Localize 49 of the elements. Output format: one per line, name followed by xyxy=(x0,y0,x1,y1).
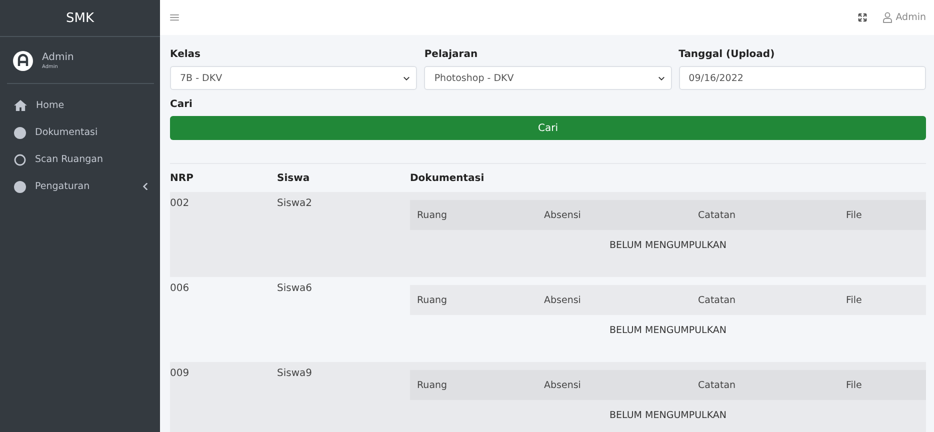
table-cell-text: 009 xyxy=(170,368,190,381)
column-header: File xyxy=(846,380,862,390)
table-cell-text: 002 xyxy=(170,198,190,211)
user-menu[interactable]: Admin xyxy=(882,12,926,23)
sidebar-item[interactable]: Dokumentasi xyxy=(0,119,160,146)
select-field[interactable]: 7B - DKV xyxy=(170,66,418,90)
table-cell-text: Siswa9 xyxy=(277,368,314,381)
column-header: Absensi xyxy=(544,294,582,306)
avatar-icon xyxy=(13,51,33,71)
field-label: Cari xyxy=(170,99,194,110)
user-name: Admin xyxy=(42,52,74,63)
table-cell-text: Siswa2 xyxy=(277,198,314,211)
column-header: Ruang xyxy=(417,294,448,306)
caret-icon xyxy=(658,76,665,80)
table-cell-text: 006 xyxy=(170,283,190,296)
sidebar-item[interactable]: Pengaturan xyxy=(0,173,160,200)
table-cell-text: Siswa6 xyxy=(277,283,314,296)
field-label: Pelajaran xyxy=(424,49,479,60)
column-header: Absensi xyxy=(544,380,582,390)
column-header: File xyxy=(846,294,862,306)
field-label: Tanggal (Upload) xyxy=(678,49,776,60)
status-text: BELUM MENGUMPULKAN xyxy=(610,325,726,336)
field-label: Kelas xyxy=(170,49,202,60)
column-header: Siswa xyxy=(277,172,311,184)
chevron-icon xyxy=(143,183,148,190)
sidebar-item[interactable]: Home xyxy=(0,92,160,119)
status-text: BELUM MENGUMPULKAN xyxy=(610,410,726,421)
column-header: Catatan xyxy=(698,380,737,390)
caret-icon xyxy=(403,76,410,80)
user-icon xyxy=(882,12,892,23)
column-header: Ruang xyxy=(417,210,448,220)
column-header: Catatan xyxy=(698,210,737,220)
status-text: BELUM MENGUMPULKAN xyxy=(610,240,726,251)
menu-icon[interactable] xyxy=(170,14,179,21)
search-button[interactable]: Cari xyxy=(170,116,926,140)
circle-icon xyxy=(14,180,26,192)
column-header: Absensi xyxy=(544,210,582,220)
column-header: File xyxy=(846,210,862,220)
column-header: Ruang xyxy=(417,380,448,390)
fullscreen-icon[interactable] xyxy=(858,13,867,22)
column-header: Dokumentasi xyxy=(410,172,486,184)
home-icon xyxy=(14,100,27,111)
sidebar-item[interactable]: Scan Ruangan xyxy=(0,146,160,173)
column-header: Catatan xyxy=(698,294,737,306)
circle-icon xyxy=(14,126,26,138)
select-field[interactable]: Photoshop - DKV xyxy=(424,66,672,90)
ring-icon xyxy=(14,154,26,166)
column-header: NRP xyxy=(170,172,194,184)
date-field[interactable]: 09/16/2022 xyxy=(678,66,926,90)
